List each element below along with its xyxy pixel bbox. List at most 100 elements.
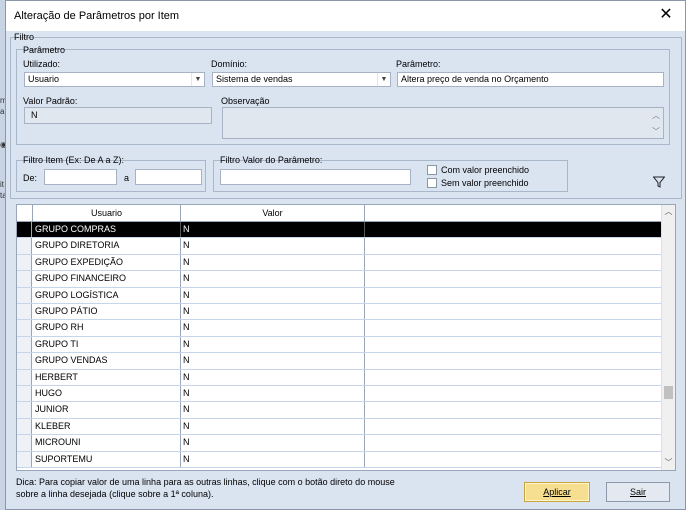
cell-usuario[interactable]: GRUPO LOGÍSTICA [33, 287, 181, 303]
table-row[interactable]: GRUPO DIRETORIA N [17, 238, 662, 255]
grid-scrollbar[interactable]: ︿ ﹀ [661, 205, 675, 470]
sair-button[interactable]: Sair [606, 482, 670, 502]
com-valor-checkbox[interactable] [427, 165, 437, 175]
cell-usuario[interactable]: GRUPO PÁTIO [33, 304, 181, 320]
table-row[interactable]: GRUPO COMPRAS N [17, 222, 662, 239]
parametro-field[interactable]: Altera preço de venda no Orçamento [397, 72, 664, 87]
cell-usuario[interactable]: GRUPO EXPEDIÇÃO [33, 254, 181, 271]
sem-valor-checkbox[interactable] [427, 178, 437, 188]
table-row[interactable]: GRUPO RH N [17, 320, 662, 337]
cell-usuario[interactable]: GRUPO FINANCEIRO [33, 271, 181, 287]
parametro-value: Altera preço de venda no Orçamento [401, 74, 549, 84]
de-input[interactable] [44, 169, 117, 185]
cell-valor[interactable]: N [181, 287, 365, 303]
close-icon[interactable]: ✕ [657, 5, 675, 25]
table-row[interactable]: HERBERT N [17, 369, 662, 386]
cell-usuario[interactable]: GRUPO DIRETORIA [33, 238, 181, 254]
cell-valor[interactable]: N [181, 353, 365, 369]
table-row[interactable]: GRUPO VENDAS N [17, 353, 662, 370]
table-row[interactable]: GRUPO LOGÍSTICA N [17, 287, 662, 304]
chevron-down-icon[interactable]: ▼ [191, 73, 204, 86]
sair-label: Sair [629, 487, 646, 497]
tip-line-1: Dica: Para copiar valor de uma linha par… [16, 477, 395, 487]
de-label: De: [23, 173, 38, 183]
cell-usuario[interactable]: KLEBER [33, 418, 181, 435]
row-indicator[interactable] [17, 402, 32, 418]
cell-valor[interactable]: N [181, 369, 365, 385]
a-input[interactable] [135, 169, 202, 185]
cell-valor[interactable]: N [181, 451, 365, 467]
row-indicator[interactable] [17, 238, 32, 254]
scroll-up-arrow-icon[interactable]: ︿ [662, 205, 675, 219]
table-row[interactable]: JUNIOR N [17, 402, 662, 419]
filtro-legend: Filtro [14, 32, 34, 42]
row-indicator[interactable] [17, 287, 32, 303]
row-indicator[interactable] [17, 254, 32, 271]
scroll-down-icon[interactable]: ﹀ [651, 126, 661, 137]
row-indicator[interactable] [17, 353, 32, 369]
grid-header: Usuario Valor [17, 205, 662, 222]
dominio-select[interactable]: Sistema de vendas ▼ [212, 72, 391, 87]
cell-valor[interactable]: N [181, 418, 365, 435]
cell-valor[interactable]: N [181, 271, 365, 287]
a-label: a [124, 173, 130, 183]
valor-padrao-label: Valor Padrão: [23, 96, 78, 106]
table-row[interactable]: HUGO N [17, 386, 662, 403]
row-indicator[interactable] [17, 418, 32, 435]
chevron-down-icon[interactable]: ▼ [377, 73, 390, 86]
row-indicator[interactable] [17, 451, 32, 467]
column-header-valor[interactable]: Valor [181, 205, 365, 221]
cell-usuario[interactable]: GRUPO RH [33, 320, 181, 336]
dominio-value: Sistema de vendas [216, 74, 293, 84]
row-indicator[interactable] [17, 304, 32, 320]
scroll-thumb[interactable] [664, 386, 673, 399]
table-row[interactable]: SUPORTEMU N [17, 451, 662, 468]
cell-usuario[interactable]: SUPORTEMU [33, 451, 181, 467]
grid-header-indicator [17, 205, 33, 221]
cell-usuario[interactable]: MICROUNI [33, 435, 181, 451]
sem-valor-label: Sem valor preenchido [441, 178, 529, 188]
aplicar-button[interactable]: Aplicar [524, 482, 590, 502]
row-indicator[interactable] [17, 222, 32, 238]
parametro-group-legend: Parâmetro [23, 45, 66, 55]
cell-usuario[interactable]: GRUPO TI [33, 336, 181, 353]
com-valor-label: Com valor preenchido [441, 165, 530, 175]
table-row[interactable]: GRUPO EXPEDIÇÃO N [17, 254, 662, 272]
cell-valor[interactable]: N [181, 304, 365, 320]
row-indicator[interactable] [17, 271, 32, 287]
cell-usuario[interactable]: HUGO [33, 386, 181, 402]
utilizado-select[interactable]: Usuario ▼ [24, 72, 205, 87]
cell-usuario[interactable]: HERBERT [33, 369, 181, 385]
cell-valor[interactable]: N [181, 386, 365, 402]
filter-icon[interactable] [653, 176, 665, 188]
cell-valor[interactable]: N [181, 238, 365, 254]
cell-usuario[interactable]: GRUPO VENDAS [33, 353, 181, 369]
cell-valor[interactable]: N [181, 320, 365, 336]
table-row[interactable]: GRUPO TI N [17, 336, 662, 354]
table-row[interactable]: GRUPO FINANCEIRO N [17, 271, 662, 288]
table-row[interactable]: MICROUNI N [17, 435, 662, 452]
cell-valor[interactable]: N [181, 336, 365, 353]
scroll-up-icon[interactable]: ︿ [651, 110, 661, 121]
cell-usuario[interactable]: GRUPO COMPRAS [33, 222, 181, 238]
valor-padrao-field: N [24, 107, 212, 124]
cell-valor[interactable]: N [181, 254, 365, 271]
table-row[interactable]: KLEBER N [17, 418, 662, 436]
column-header-usuario[interactable]: Usuario [33, 205, 181, 221]
row-indicator[interactable] [17, 435, 32, 451]
cell-valor[interactable]: N [181, 402, 365, 418]
row-indicator[interactable] [17, 369, 32, 385]
utilizado-label: Utilizado: [23, 59, 61, 69]
table-row[interactable]: GRUPO PÁTIO N [17, 304, 662, 321]
observacao-label: Observação [221, 96, 270, 106]
scroll-down-arrow-icon[interactable]: ﹀ [662, 456, 675, 470]
cell-usuario[interactable]: JUNIOR [33, 402, 181, 418]
row-indicator[interactable] [17, 386, 32, 402]
tip-line-2: sobre a linha desejada (clique sobre a 1… [16, 489, 214, 499]
filtro-valor-input[interactable] [220, 169, 411, 185]
row-indicator[interactable] [17, 320, 32, 336]
observacao-field[interactable]: ︿ ﹀ [222, 107, 664, 139]
cell-valor[interactable]: N [181, 435, 365, 451]
cell-valor[interactable]: N [181, 222, 365, 238]
row-indicator[interactable] [17, 336, 32, 353]
